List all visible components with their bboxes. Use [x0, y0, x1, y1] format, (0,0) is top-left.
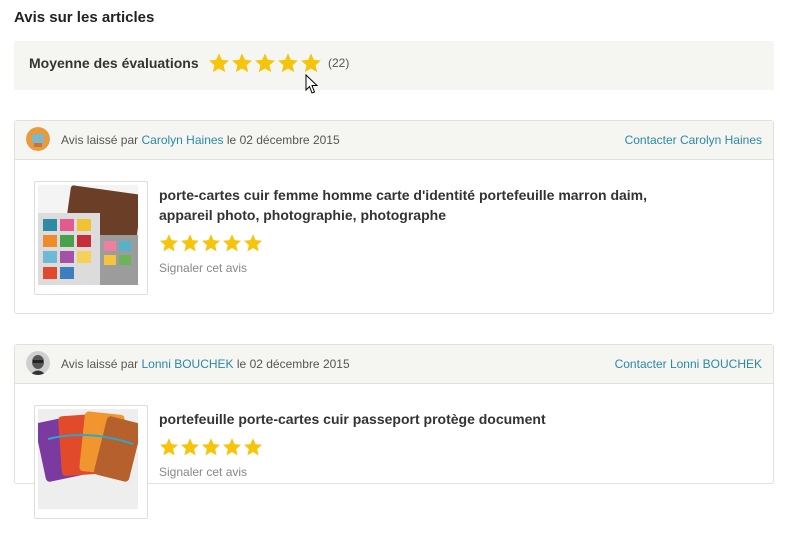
- star-icon: [202, 438, 220, 456]
- item-thumbnail[interactable]: [34, 181, 148, 295]
- review-date: le 02 décembre 2015: [226, 133, 340, 147]
- item-thumbnail[interactable]: [34, 405, 148, 519]
- report-review-link[interactable]: Signaler cet avis: [159, 261, 247, 275]
- star-icon: [232, 53, 252, 73]
- review-header: Avis laissé par Carolyn Haines le 02 déc…: [15, 121, 773, 160]
- star-icon: [160, 438, 178, 456]
- author-link[interactable]: Lonni BOUCHEK: [142, 357, 234, 371]
- author-link[interactable]: Carolyn Haines: [142, 133, 224, 147]
- item-title-link[interactable]: porte-cartes cuir femme homme carte d'id…: [159, 185, 679, 225]
- item-title-link[interactable]: portefeuille porte-cartes cuir passeport…: [159, 409, 679, 429]
- star-icon: [244, 438, 262, 456]
- star-icon: [255, 53, 275, 73]
- review-card: Avis laissé par Lonni BOUCHEK le 02 déce…: [14, 344, 774, 519]
- average-rating-bar: Moyenne des évaluations (22): [14, 41, 774, 90]
- avatar[interactable]: [26, 127, 50, 151]
- star-icon: [278, 53, 298, 73]
- avatar[interactable]: [26, 351, 50, 375]
- star-icon: [209, 53, 229, 73]
- page-title: Avis sur les articles: [14, 9, 155, 26]
- star-icon: [223, 438, 241, 456]
- star-icon: [202, 234, 220, 252]
- review-body: portefeuille porte-cartes cuir passeport…: [15, 384, 773, 536]
- contact-author-link[interactable]: Contacter Carolyn Haines: [625, 133, 762, 147]
- report-review-link[interactable]: Signaler cet avis: [159, 465, 247, 479]
- star-icon: [301, 53, 321, 73]
- average-rating-count: (22): [328, 56, 350, 70]
- review-header: Avis laissé par Lonni BOUCHEK le 02 déce…: [15, 345, 773, 384]
- byline-prefix: Avis laissé par: [61, 357, 139, 371]
- average-rating-label: Moyenne des évaluations: [29, 55, 199, 71]
- review-byline: Avis laissé par Lonni BOUCHEK le 02 déce…: [61, 357, 350, 371]
- review-rating-stars: [159, 233, 263, 253]
- average-rating-stars: [208, 52, 322, 74]
- mouse-cursor-icon: [305, 74, 319, 94]
- star-icon: [223, 234, 241, 252]
- review-date: le 02 décembre 2015: [236, 357, 350, 371]
- star-icon: [181, 234, 199, 252]
- review-card: Avis laissé par Carolyn Haines le 02 déc…: [14, 120, 774, 314]
- review-rating-stars: [159, 437, 263, 457]
- review-body: porte-cartes cuir femme homme carte d'id…: [15, 160, 773, 312]
- byline-prefix: Avis laissé par: [61, 133, 139, 147]
- review-byline: Avis laissé par Carolyn Haines le 02 déc…: [61, 133, 340, 147]
- star-icon: [181, 438, 199, 456]
- contact-author-link[interactable]: Contacter Lonni BOUCHEK: [615, 357, 762, 371]
- star-icon: [160, 234, 178, 252]
- star-icon: [244, 234, 262, 252]
